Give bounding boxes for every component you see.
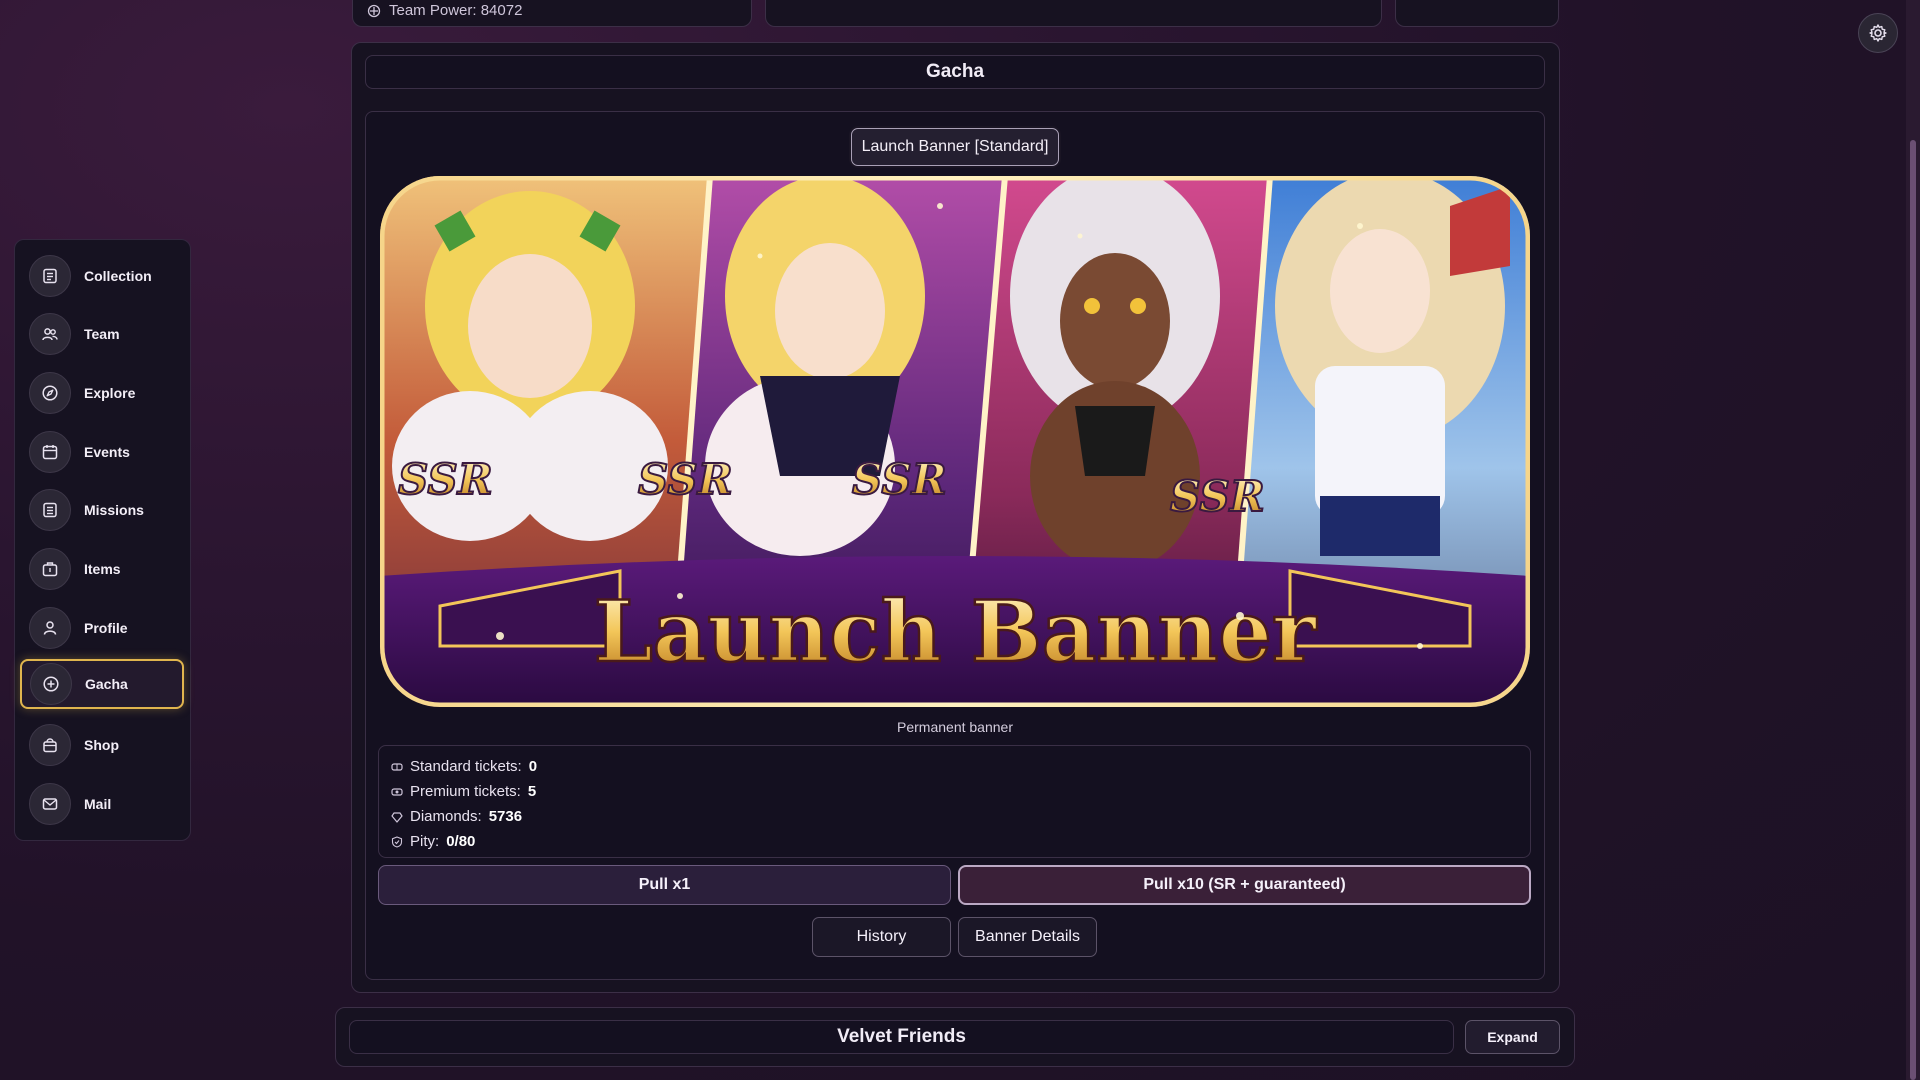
sidebar-item-missions[interactable]: Missions	[21, 485, 185, 535]
sidebar-item-label: Events	[84, 444, 130, 460]
gacha-title: Gacha	[365, 55, 1545, 89]
standard-tickets-value: 0	[528, 758, 538, 775]
items-box-icon	[29, 548, 71, 590]
user-icon	[29, 607, 71, 649]
currency-stats-box: Standard tickets: 0 Premium tickets: 5 D…	[378, 745, 1531, 858]
team-icon	[29, 313, 71, 355]
scrollbar-thumb[interactable]	[1910, 140, 1916, 1080]
pity-row: Pity: 0/80	[391, 833, 475, 850]
missions-icon	[29, 489, 71, 531]
top-card-right	[1395, 0, 1559, 27]
banner-artwork: SSR SSR SSR SSR Launch Banner	[380, 176, 1530, 707]
sidebar-item-collection[interactable]: Collection	[21, 251, 185, 301]
expand-button[interactable]: Expand	[1465, 1020, 1560, 1054]
compass-icon	[29, 372, 71, 414]
sidebar-item-team[interactable]: Team	[21, 309, 185, 359]
gacha-plus-icon	[30, 663, 72, 705]
diamond-icon	[391, 811, 403, 823]
premium-tickets-value: 5	[527, 783, 537, 800]
sidebar-item-events[interactable]: Events	[21, 427, 185, 477]
pull-x10-button[interactable]: Pull x10 (SR + guaranteed)	[958, 865, 1531, 905]
sidebar-item-shop[interactable]: Shop	[21, 720, 185, 770]
shield-check-icon	[391, 835, 403, 848]
sidebar-item-label: Items	[84, 561, 121, 577]
sidebar-item-label: Team	[84, 326, 120, 342]
ssr-badge-1: SSR	[398, 455, 493, 504]
calendar-icon	[29, 431, 71, 473]
pull-x1-button[interactable]: Pull x1	[378, 865, 951, 905]
diamonds-row: Diamonds: 5736	[391, 808, 522, 825]
premium-ticket-icon	[391, 787, 403, 796]
sidebar-item-label: Shop	[84, 737, 119, 753]
banner-image: SSR SSR SSR SSR Launch Banner	[380, 176, 1530, 707]
sidebar-item-label: Gacha	[85, 676, 128, 692]
sidebar-item-profile[interactable]: Profile	[21, 603, 185, 653]
shield-icon	[367, 4, 381, 17]
sidebar-item-label: Missions	[84, 502, 144, 518]
sidebar-nav: Collection Team Explore Events Missions …	[14, 239, 191, 841]
pity-value: 0/80	[446, 833, 476, 850]
gear-icon	[1869, 24, 1887, 42]
shop-bag-icon	[29, 724, 71, 766]
diamonds-value: 5736	[488, 808, 523, 825]
sidebar-item-mail[interactable]: Mail	[21, 779, 185, 829]
sidebar-item-gacha[interactable]: Gacha	[20, 659, 184, 709]
sidebar-item-items[interactable]: Items	[21, 544, 185, 594]
banner-title-art: Launch Banner	[594, 582, 1318, 681]
sidebar-item-label: Profile	[84, 620, 128, 636]
ssr-badge-4: SSR	[1170, 472, 1265, 521]
mail-icon	[29, 783, 71, 825]
history-button[interactable]: History	[812, 917, 951, 957]
premium-tickets-row: Premium tickets: 5	[391, 783, 536, 800]
ticket-icon	[391, 762, 403, 771]
ssr-badge-2: SSR	[638, 455, 733, 504]
team-power-card: Team Power: 84072	[352, 0, 752, 27]
sidebar-item-explore[interactable]: Explore	[21, 368, 185, 418]
team-power-text: Team Power: 84072	[389, 2, 523, 19]
collection-icon	[29, 255, 71, 297]
friends-title: Velvet Friends	[349, 1020, 1454, 1054]
top-card-middle	[765, 0, 1382, 27]
banner-details-button[interactable]: Banner Details	[958, 917, 1097, 957]
sidebar-item-label: Explore	[84, 385, 136, 401]
sidebar-item-label: Mail	[84, 796, 112, 812]
ssr-badge-3: SSR	[852, 455, 947, 504]
standard-tickets-row: Standard tickets: 0	[391, 758, 537, 775]
settings-button[interactable]	[1858, 13, 1898, 53]
banner-select-button[interactable]: Launch Banner [Standard]	[851, 128, 1059, 166]
sidebar-item-label: Collection	[84, 268, 152, 284]
banner-caption: Permanent banner	[897, 719, 1013, 735]
